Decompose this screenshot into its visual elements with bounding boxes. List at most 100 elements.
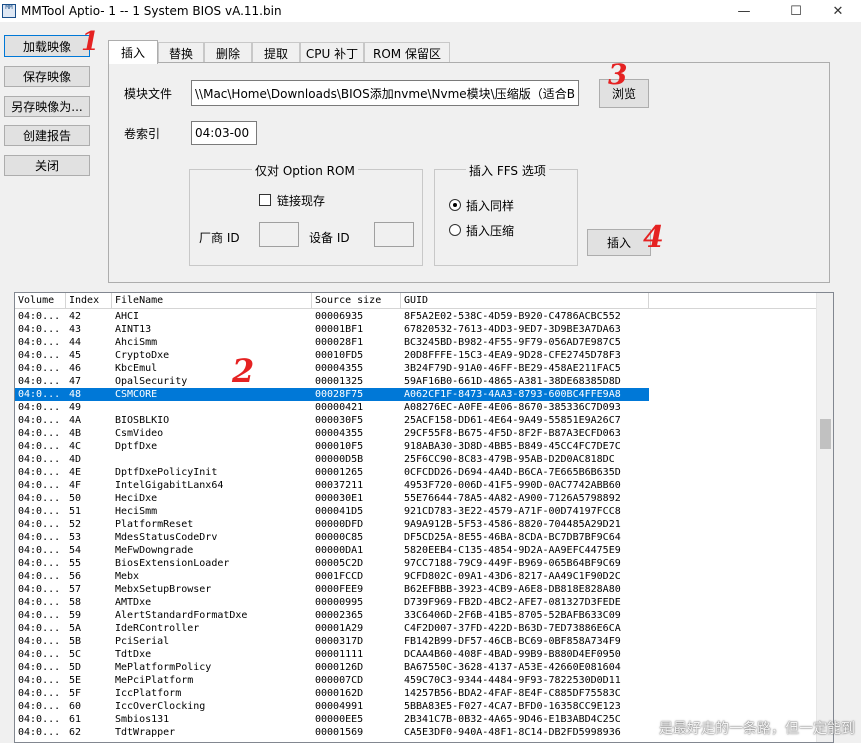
tab-replace[interactable]: 替换 (158, 42, 204, 63)
link-existing-checkbox[interactable] (259, 194, 271, 206)
table-row[interactable]: 04:0... 59 AlertStandardFormatDxe 00002365 3… (15, 609, 649, 622)
cell-index: 5A (69, 623, 82, 634)
maximize-button[interactable]: ☐ (773, 0, 819, 22)
table-row[interactable]: 04:0... 61 Smbios131 00000EE5 2B341C7B-0B32-… (15, 713, 649, 726)
cell-guid: 4953F720-006D-41F5-990D-0AC7742ABB60 (404, 480, 621, 491)
tab-delete[interactable]: 删除 (204, 42, 252, 63)
vendor-id-input[interactable] (259, 222, 299, 247)
table-row[interactable]: 04:0... 48 CSMCORE 00028F75 A062CF1F-8473-4A… (15, 388, 649, 401)
table-row[interactable]: 04:0... 5D MePlatformPolicy 0000126D BA67550… (15, 661, 649, 674)
tab-extract[interactable]: 提取 (252, 42, 300, 63)
cell-index: 44 (69, 337, 82, 348)
cell-filename: HeciDxe (115, 493, 158, 504)
volume-index-input[interactable]: 04:03-00 (191, 121, 257, 145)
cell-guid: 918ABA30-3D8D-4BB5-B849-45CC4FC7DE7C (404, 441, 621, 452)
close-window-button[interactable]: ✕ (815, 0, 861, 22)
load-image-button[interactable]: 加载映像 (4, 35, 90, 57)
minimize-button[interactable]: — (721, 0, 767, 22)
table-row[interactable]: 04:0... 60 IccOverClocking 00004991 5BBA83E5… (15, 700, 649, 713)
col-filename[interactable]: FileName (112, 293, 312, 309)
module-file-label: 模块文件 (124, 87, 173, 101)
table-row[interactable]: 04:0... 49 00000421 A08276EC-A0FE-4E06-8670… (15, 401, 649, 414)
module-table[interactable]: Volume Index FileName Source size GUID 0… (14, 292, 834, 743)
cell-filename: MeFwDowngrade (115, 545, 194, 556)
save-image-button[interactable]: 保存映像 (4, 66, 90, 87)
device-id-input[interactable] (374, 222, 414, 247)
insert-button[interactable]: 插入 (587, 229, 651, 256)
cell-index: 50 (69, 493, 82, 504)
cell-guid: 9A9A912B-5F53-4586-8820-704485A29D21 (404, 519, 621, 530)
cell-source-size: 00004991 (315, 701, 364, 712)
table-row[interactable]: 04:0... 4A BIOSBLKIO 000030F5 25ACF158-DD61-… (15, 414, 649, 427)
table-row[interactable]: 04:0... 55 BiosExtensionLoader 00005C2D 97CC… (15, 557, 649, 570)
cell-index: 52 (69, 519, 82, 530)
cell-filename: IdeRController (115, 623, 200, 634)
table-row[interactable]: 04:0... 57 MebxSetupBrowser 0000FEE9 B62EFBB… (15, 583, 649, 596)
table-row[interactable]: 04:0... 46 KbcEmul 00004355 3B24F79D-91A0-46… (15, 362, 649, 375)
cell-guid: 29CF55F8-B675-4F5D-8F2F-B87A3ECFD063 (404, 428, 621, 439)
table-row[interactable]: 04:0... 4D 00000D5B 25F6CC90-8C83-479B-95AB… (15, 453, 649, 466)
cell-guid: 20D8FFFE-15C3-4EA9-9D28-CFE2745D78F3 (404, 350, 621, 361)
cell-guid: 97CC7188-79C9-449F-B969-065B64BF9C69 (404, 558, 621, 569)
table-row[interactable]: 04:0... 4C DptfDxe 000010F5 918ABA30-3D8D-4B… (15, 440, 649, 453)
cell-source-size: 000010F5 (315, 441, 364, 452)
table-row[interactable]: 04:0... 56 Mebx 0001FCCD 9CFD802C-09A1-43D6-… (15, 570, 649, 583)
table-row[interactable]: 04:0... 4E DptfDxePolicyInit 00001265 0CFCDD… (15, 466, 649, 479)
insert-compressed-radio[interactable] (449, 224, 461, 236)
save-image-as-button[interactable]: 另存映像为... (4, 96, 90, 117)
col-source-size[interactable]: Source size (312, 293, 401, 309)
table-row[interactable]: 04:0... 5F IccPlatform 0000162D 14257B56-BDA… (15, 687, 649, 700)
cell-index: 4B (69, 428, 82, 439)
cell-volume: 04:0... (18, 714, 61, 725)
tab-rom-reserved[interactable]: ROM 保留区 (364, 42, 450, 63)
create-report-button[interactable]: 创建报告 (4, 125, 90, 146)
table-row[interactable]: 04:0... 44 AhciSmm 000028F1 BC3245BD-B982-4F… (15, 336, 649, 349)
vertical-scrollbar[interactable] (816, 293, 833, 742)
cell-volume: 04:0... (18, 441, 61, 452)
table-row[interactable]: 04:0... 5B PciSerial 0000317D FB142B99-DF57-… (15, 635, 649, 648)
table-row[interactable]: 04:0... 52 PlatformReset 00000DFD 9A9A912B-5… (15, 518, 649, 531)
app-icon: MM (2, 4, 16, 18)
tab-insert[interactable]: 插入 (108, 40, 158, 64)
cell-guid: BC3245BD-B982-4F55-9F79-056AD7E987C5 (404, 337, 621, 348)
table-row[interactable]: 04:0... 5C TdtDxe 00001111 DCAA4B60-408F-4BA… (15, 648, 649, 661)
cell-index: 42 (69, 311, 82, 322)
insert-same-radio[interactable] (449, 199, 461, 211)
cell-source-size: 000030E1 (315, 493, 364, 504)
table-row[interactable]: 04:0... 42 AHCI 00006935 8F5A2E02-538C-4D59-… (15, 310, 649, 323)
col-guid[interactable]: GUID (401, 293, 649, 309)
module-file-input[interactable]: \\Mac\Home\Downloads\BIOS添加nvme\Nvme模块\压… (191, 80, 579, 106)
table-row[interactable]: 04:0... 5E MePciPlatform 000007CD 459C70C3-9… (15, 674, 649, 687)
annotation-1: 1 (81, 27, 100, 57)
cell-filename: PlatformReset (115, 519, 194, 530)
table-row[interactable]: 04:0... 62 TdtWrapper 00001569 CA5E3DF0-940A… (15, 726, 649, 739)
table-row[interactable]: 04:0... 53 MdesStatusCodeDrv 00000C85 DF5CD2… (15, 531, 649, 544)
scrollbar-thumb[interactable] (820, 419, 831, 449)
cell-guid: 55E76644-78A5-4A82-A900-7126A5798892 (404, 493, 621, 504)
table-row[interactable]: 04:0... 43 AINT13 00001BF1 67820532-7613-4DD… (15, 323, 649, 336)
cell-filename: AhciSmm (115, 337, 158, 348)
table-row[interactable]: 04:0... 45 CryptoDxe 00010FD5 20D8FFFE-15C3-… (15, 349, 649, 362)
cell-source-size: 00000DFD (315, 519, 364, 530)
table-row[interactable]: 04:0... 54 MeFwDowngrade 00000DA1 5820EEB4-C… (15, 544, 649, 557)
col-volume[interactable]: Volume (15, 293, 66, 309)
cell-volume: 04:0... (18, 506, 61, 517)
cell-volume: 04:0... (18, 428, 61, 439)
cell-guid: CA5E3DF0-940A-48F1-8C14-DB2FD5998936 (404, 727, 621, 738)
cell-filename: IccPlatform (115, 688, 182, 699)
option-rom-group-title: 仅对 Option ROM (252, 162, 358, 179)
table-row[interactable]: 04:0... 4B CsmVideo 00004355 29CF55F8-B675-4… (15, 427, 649, 440)
table-row[interactable]: 04:0... 4F IntelGigabitLanx64 00037211 4953F… (15, 479, 649, 492)
cell-filename: MebxSetupBrowser (115, 584, 212, 595)
table-row[interactable]: 04:0... 47 OpalSecurity 00001325 59AF16B0-66… (15, 375, 649, 388)
table-row[interactable]: 04:0... 51 HeciSmm 000041D5 921CD783-3E22-45… (15, 505, 649, 518)
tab-cpu-patch[interactable]: CPU 补丁 (300, 42, 364, 63)
cell-volume: 04:0... (18, 701, 61, 712)
cell-source-size: 0000162D (315, 688, 364, 699)
table-row[interactable]: 04:0... 58 AMTDxe 00000995 D739F969-FB2D-4BC… (15, 596, 649, 609)
cell-source-size: 00001A29 (315, 623, 364, 634)
close-button[interactable]: 关闭 (4, 155, 90, 176)
table-row[interactable]: 04:0... 5A IdeRController 00001A29 C4F2D007-… (15, 622, 649, 635)
col-index[interactable]: Index (66, 293, 112, 309)
table-row[interactable]: 04:0... 50 HeciDxe 000030E1 55E76644-78A5-4A… (15, 492, 649, 505)
